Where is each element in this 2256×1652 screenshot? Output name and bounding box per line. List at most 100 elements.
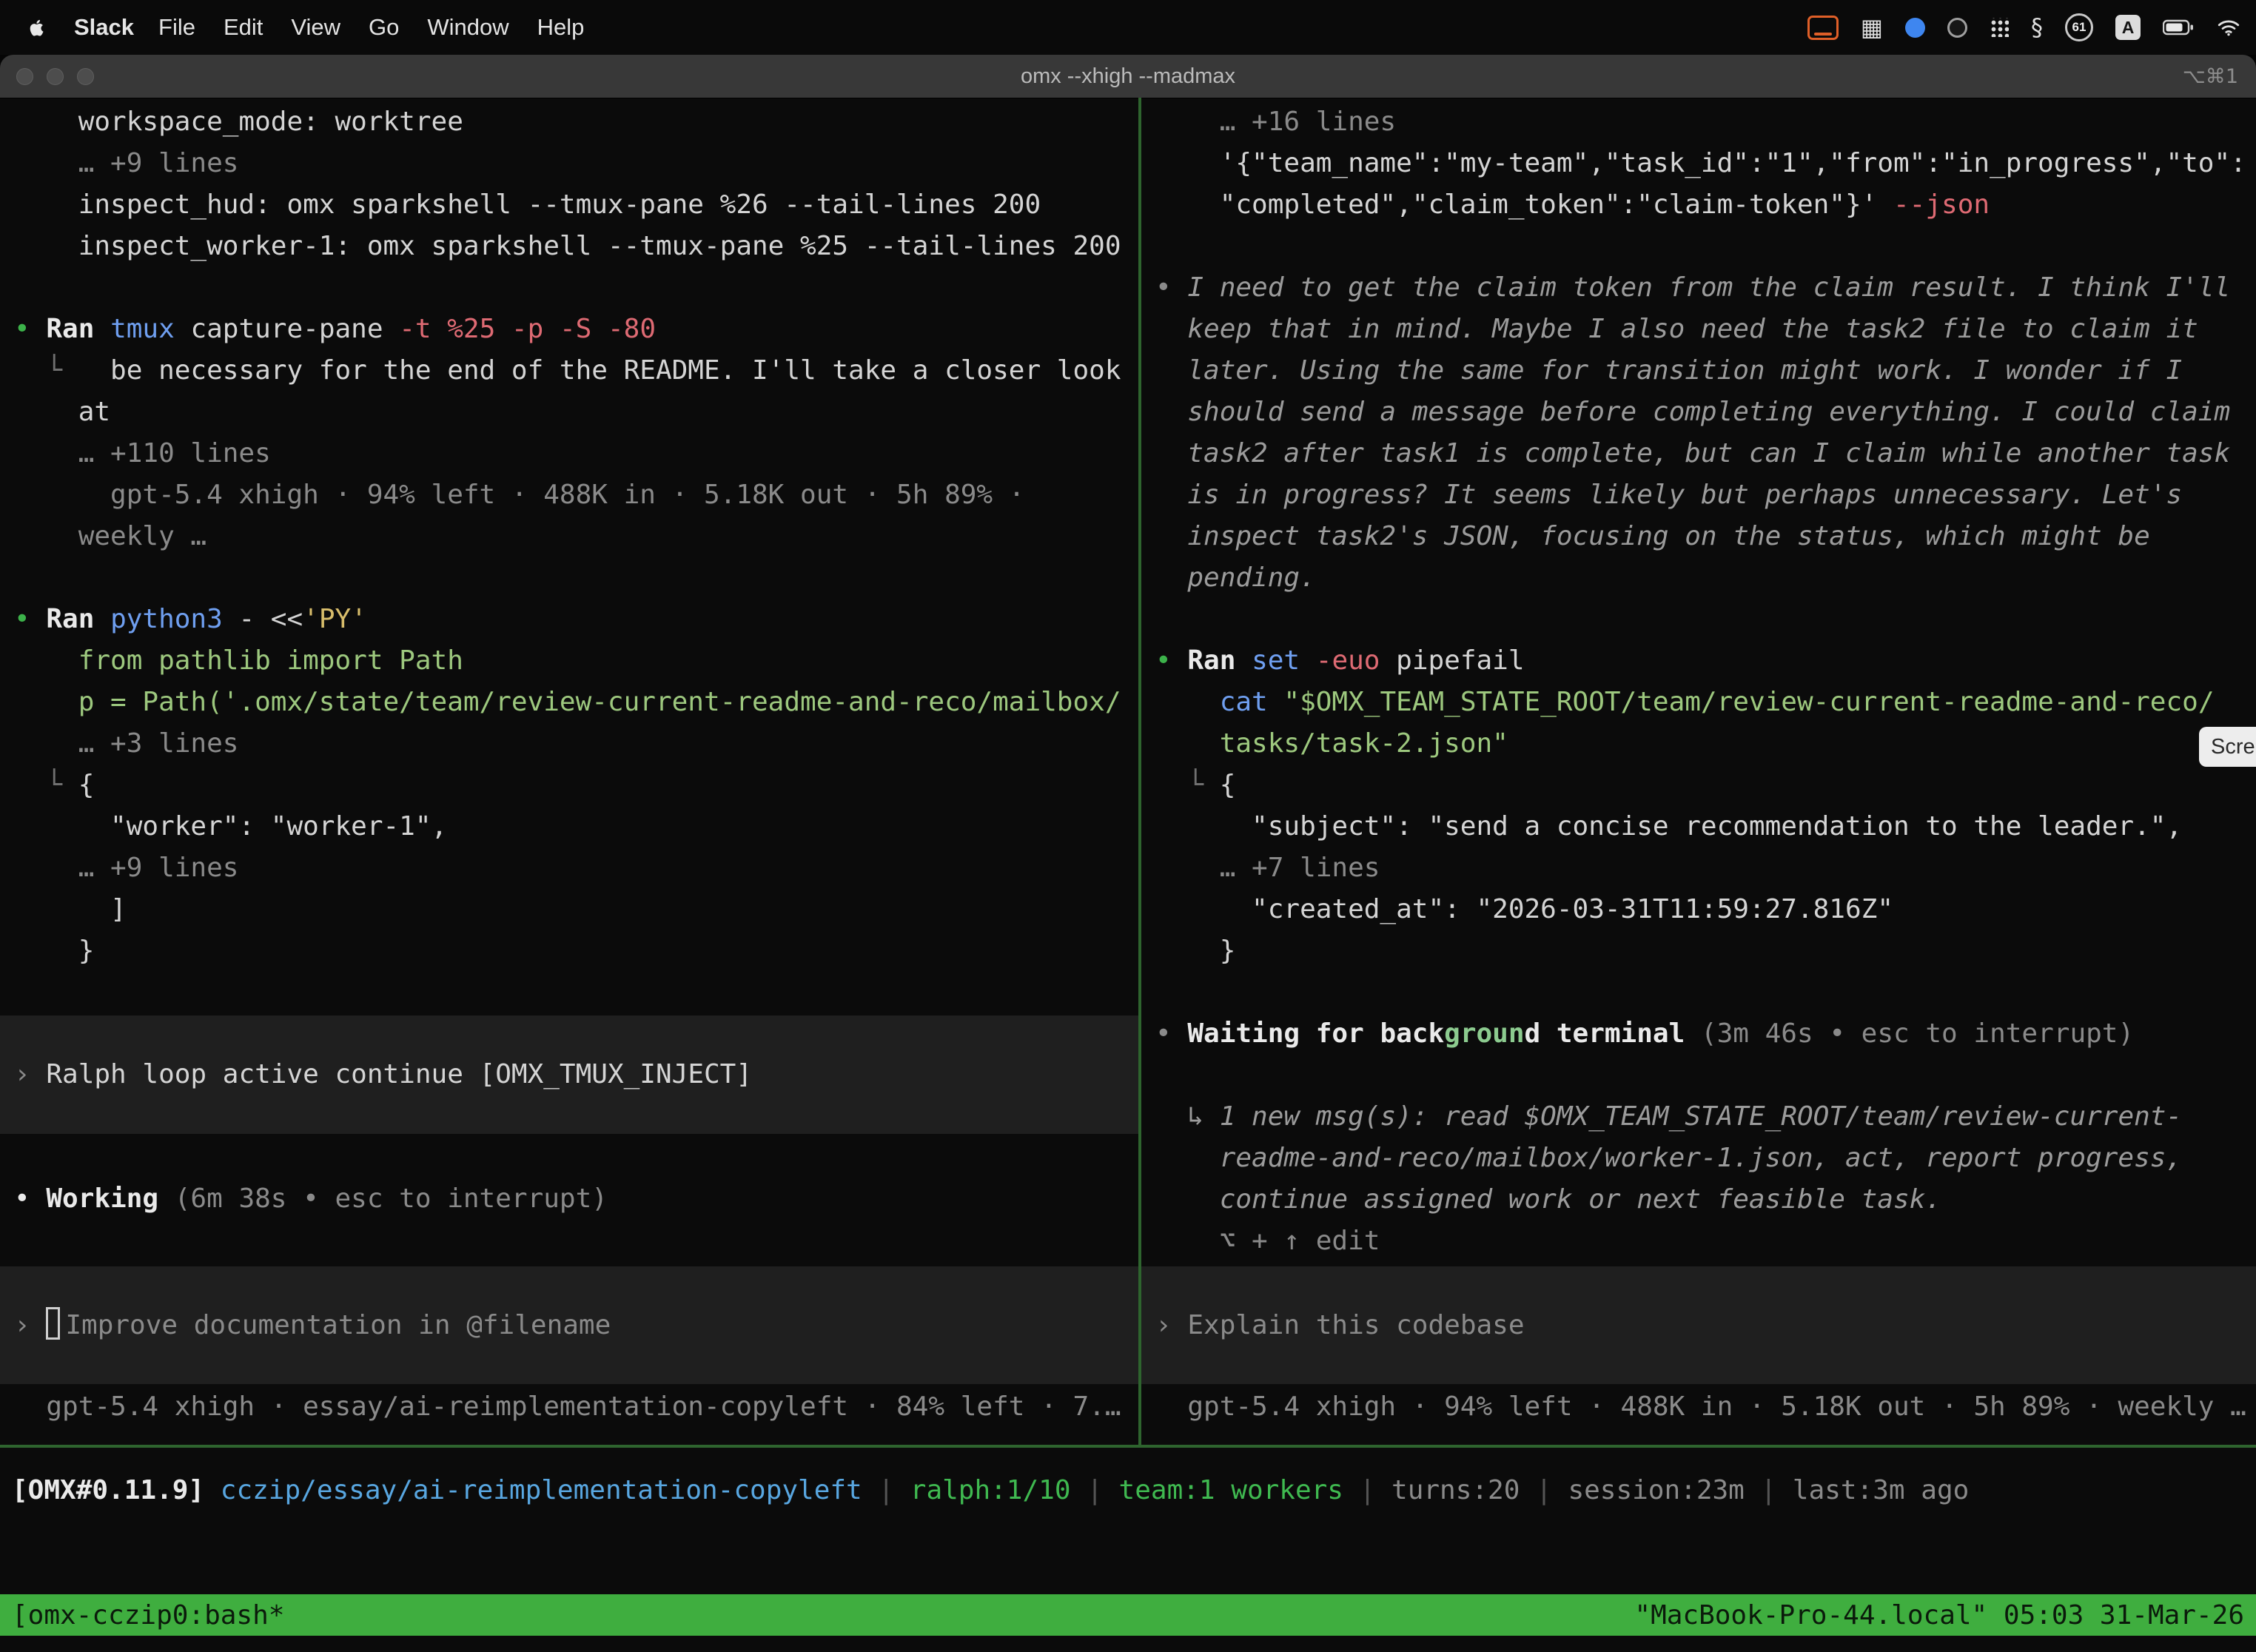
text-segment: ›: [14, 1310, 46, 1340]
terminal-line: › Improve documentation in @filename: [0, 1305, 611, 1346]
text-segment: set: [1252, 645, 1300, 676]
text-segment: pending.: [1155, 563, 1316, 593]
text-segment: └: [1155, 770, 1220, 800]
terminal-line: └ {: [0, 765, 1138, 806]
text-segment: gpt-5.4 xhigh · 94% left · 488K in · 5.1…: [1155, 1391, 2246, 1422]
terminal-line: … +16 lines: [1141, 101, 2256, 143]
apple-menu-icon[interactable]: [22, 18, 52, 38]
text-segment: └: [14, 355, 110, 386]
text-segment: gpt-5.4 xhigh · 94% left · 488K in · 5.1…: [14, 480, 1024, 510]
text-segment: should send a message before completing …: [1155, 397, 2230, 427]
text-segment: inspect task2's JSON, focusing on the st…: [1155, 521, 2150, 551]
menu-app-name[interactable]: Slack: [64, 14, 144, 41]
text-segment: be necessary for the end of the README. …: [110, 355, 1121, 386]
text-segment: Ralph loop active continue [OMX_TMUX_INJ…: [46, 1059, 752, 1089]
terminal-line: continue assigned work or next feasible …: [1141, 1179, 2256, 1220]
battery-icon[interactable]: [2163, 19, 2194, 36]
battery-percent-icon[interactable]: 61: [2065, 13, 2093, 41]
menu-go[interactable]: Go: [355, 14, 413, 40]
apple-logo: [27, 18, 47, 38]
battery-glyph: [2163, 19, 2194, 36]
text-segment: Ran: [46, 604, 110, 634]
traffic-lights: [16, 55, 94, 98]
text-segment: |: [1343, 1475, 1391, 1505]
text-segment: keep that in mind. Maybe I also need the…: [1155, 314, 2198, 344]
text-segment: gpt-5.4 xhigh · essay/ai-reimplementatio…: [14, 1391, 1121, 1422]
text-segment: "worker": "worker-1",: [14, 811, 447, 842]
wifi-icon[interactable]: [2216, 18, 2241, 37]
menu-view[interactable]: View: [277, 14, 355, 40]
right-prompt-input[interactable]: › Explain this codebase: [1141, 1266, 2256, 1384]
close-button[interactable]: [16, 68, 33, 85]
text-segment: inspect_worker-1: omx sparkshell --tmux-…: [14, 231, 1121, 261]
terminal-line: readme-and-reco/mailbox/worker-1.json, a…: [1141, 1138, 2256, 1179]
text-segment: last:3m ago: [1793, 1475, 1969, 1505]
text-segment: is in progress? It seems likely but perh…: [1155, 480, 2182, 510]
terminal-line: "worker": "worker-1",: [0, 806, 1138, 847]
text-segment: }: [14, 936, 94, 966]
text-segment: |: [862, 1475, 910, 1505]
text-segment: cat: [1220, 687, 1284, 717]
terminal-line: }: [0, 930, 1138, 972]
terminal-line: gpt-5.4 xhigh · 94% left · 488K in · 5.1…: [0, 474, 1138, 516]
terminal-line: [1141, 599, 2256, 640]
left-pane[interactable]: workspace_mode: worktree … +9 lines insp…: [0, 98, 1138, 1445]
text-segment: (6m 38s • esc to interrupt): [158, 1183, 608, 1214]
text-segment: Waiting for back: [1187, 1018, 1444, 1049]
omx-status-line: [OMX#0.11.9] cczip/essay/ai-reimplementa…: [0, 1470, 2256, 1511]
text-segment: d terminal: [1525, 1018, 1685, 1049]
text-segment: groun: [1444, 1018, 1524, 1049]
text-segment: python3: [110, 604, 223, 634]
tmux-session-label[interactable]: [omx-cczip0:bash*: [12, 1600, 284, 1631]
input-source-icon[interactable]: A: [2115, 15, 2141, 40]
text-segment: … +7 lines: [1155, 853, 1380, 883]
zoom-button[interactable]: [77, 68, 94, 85]
terminal-line: gpt-5.4 xhigh · essay/ai-reimplementatio…: [0, 1386, 1138, 1428]
text-segment: session:23m: [1568, 1475, 1744, 1505]
text-cursor: [46, 1307, 60, 1340]
menu-help[interactable]: Help: [523, 14, 599, 40]
terminal-line: … +7 lines: [1141, 847, 2256, 889]
text-segment: [OMX#0.11.9]: [12, 1475, 204, 1505]
menu-edit[interactable]: Edit: [209, 14, 277, 40]
terminal-line: "completed","claim_token":"claim-token"}…: [1141, 184, 2256, 226]
text-segment: }: [1155, 936, 1235, 966]
screen-recording-icon[interactable]: [1807, 16, 1839, 40]
blue-app-icon[interactable]: [1905, 18, 1925, 38]
text-segment: •: [1155, 645, 1187, 676]
menu-window[interactable]: Window: [413, 14, 523, 40]
grid-icon[interactable]: ▦: [1861, 13, 1883, 41]
horizontal-pane-divider[interactable]: [0, 1445, 2256, 1448]
screen: Slack FileEditViewGoWindowHelp ▦ § 61 A: [0, 0, 2256, 1652]
text-segment: later. Using the same for transition mig…: [1155, 355, 2182, 386]
menu-bar: Slack FileEditViewGoWindowHelp ▦ § 61 A: [0, 0, 2256, 55]
dots-grid-icon[interactable]: [1990, 18, 2009, 37]
minimize-button[interactable]: [47, 68, 64, 85]
dark-app-icon[interactable]: [1947, 18, 1967, 38]
menu-file[interactable]: File: [144, 14, 209, 40]
text-segment: ]: [14, 894, 127, 924]
text-segment: |: [1071, 1475, 1119, 1505]
text-segment: ⌥ + ↑ edit: [1155, 1226, 1380, 1256]
text-segment: [204, 1475, 221, 1505]
squiggle-icon[interactable]: §: [2031, 13, 2043, 41]
left-prompt-input[interactable]: › Improve documentation in @filename: [0, 1266, 1138, 1384]
text-segment: - <<: [223, 604, 303, 634]
text-segment: capture-pane: [175, 314, 383, 344]
right-pane[interactable]: … +16 lines '{"team_name":"my-team","tas…: [1141, 98, 2256, 1445]
text-segment: -euo: [1300, 645, 1380, 676]
terminal-line: … +9 lines: [0, 143, 1138, 184]
text-segment: '{"team_name":"my-team","task_id":"1","f…: [1155, 148, 2246, 178]
text-segment: -t %25 -p -S -80: [383, 314, 656, 344]
terminal-line: later. Using the same for transition mig…: [1141, 350, 2256, 392]
tmux-status-bar: [omx-cczip0:bash* "MacBook-Pro-44.local"…: [0, 1594, 2256, 1636]
text-segment: Explain this codebase: [1187, 1310, 1524, 1340]
terminal-line: [0, 557, 1138, 599]
text-segment: Ran: [1187, 645, 1252, 676]
terminal-line: }: [1141, 930, 2256, 972]
text-segment: … +3 lines: [14, 728, 238, 759]
terminal-line: › Ralph loop active continue [OMX_TMUX_I…: [0, 1054, 752, 1095]
window-titlebar[interactable]: omx --xhigh --madmax ⌥⌘1: [0, 55, 2256, 98]
text-segment: {: [78, 770, 95, 800]
text-segment: pipefail: [1380, 645, 1524, 676]
